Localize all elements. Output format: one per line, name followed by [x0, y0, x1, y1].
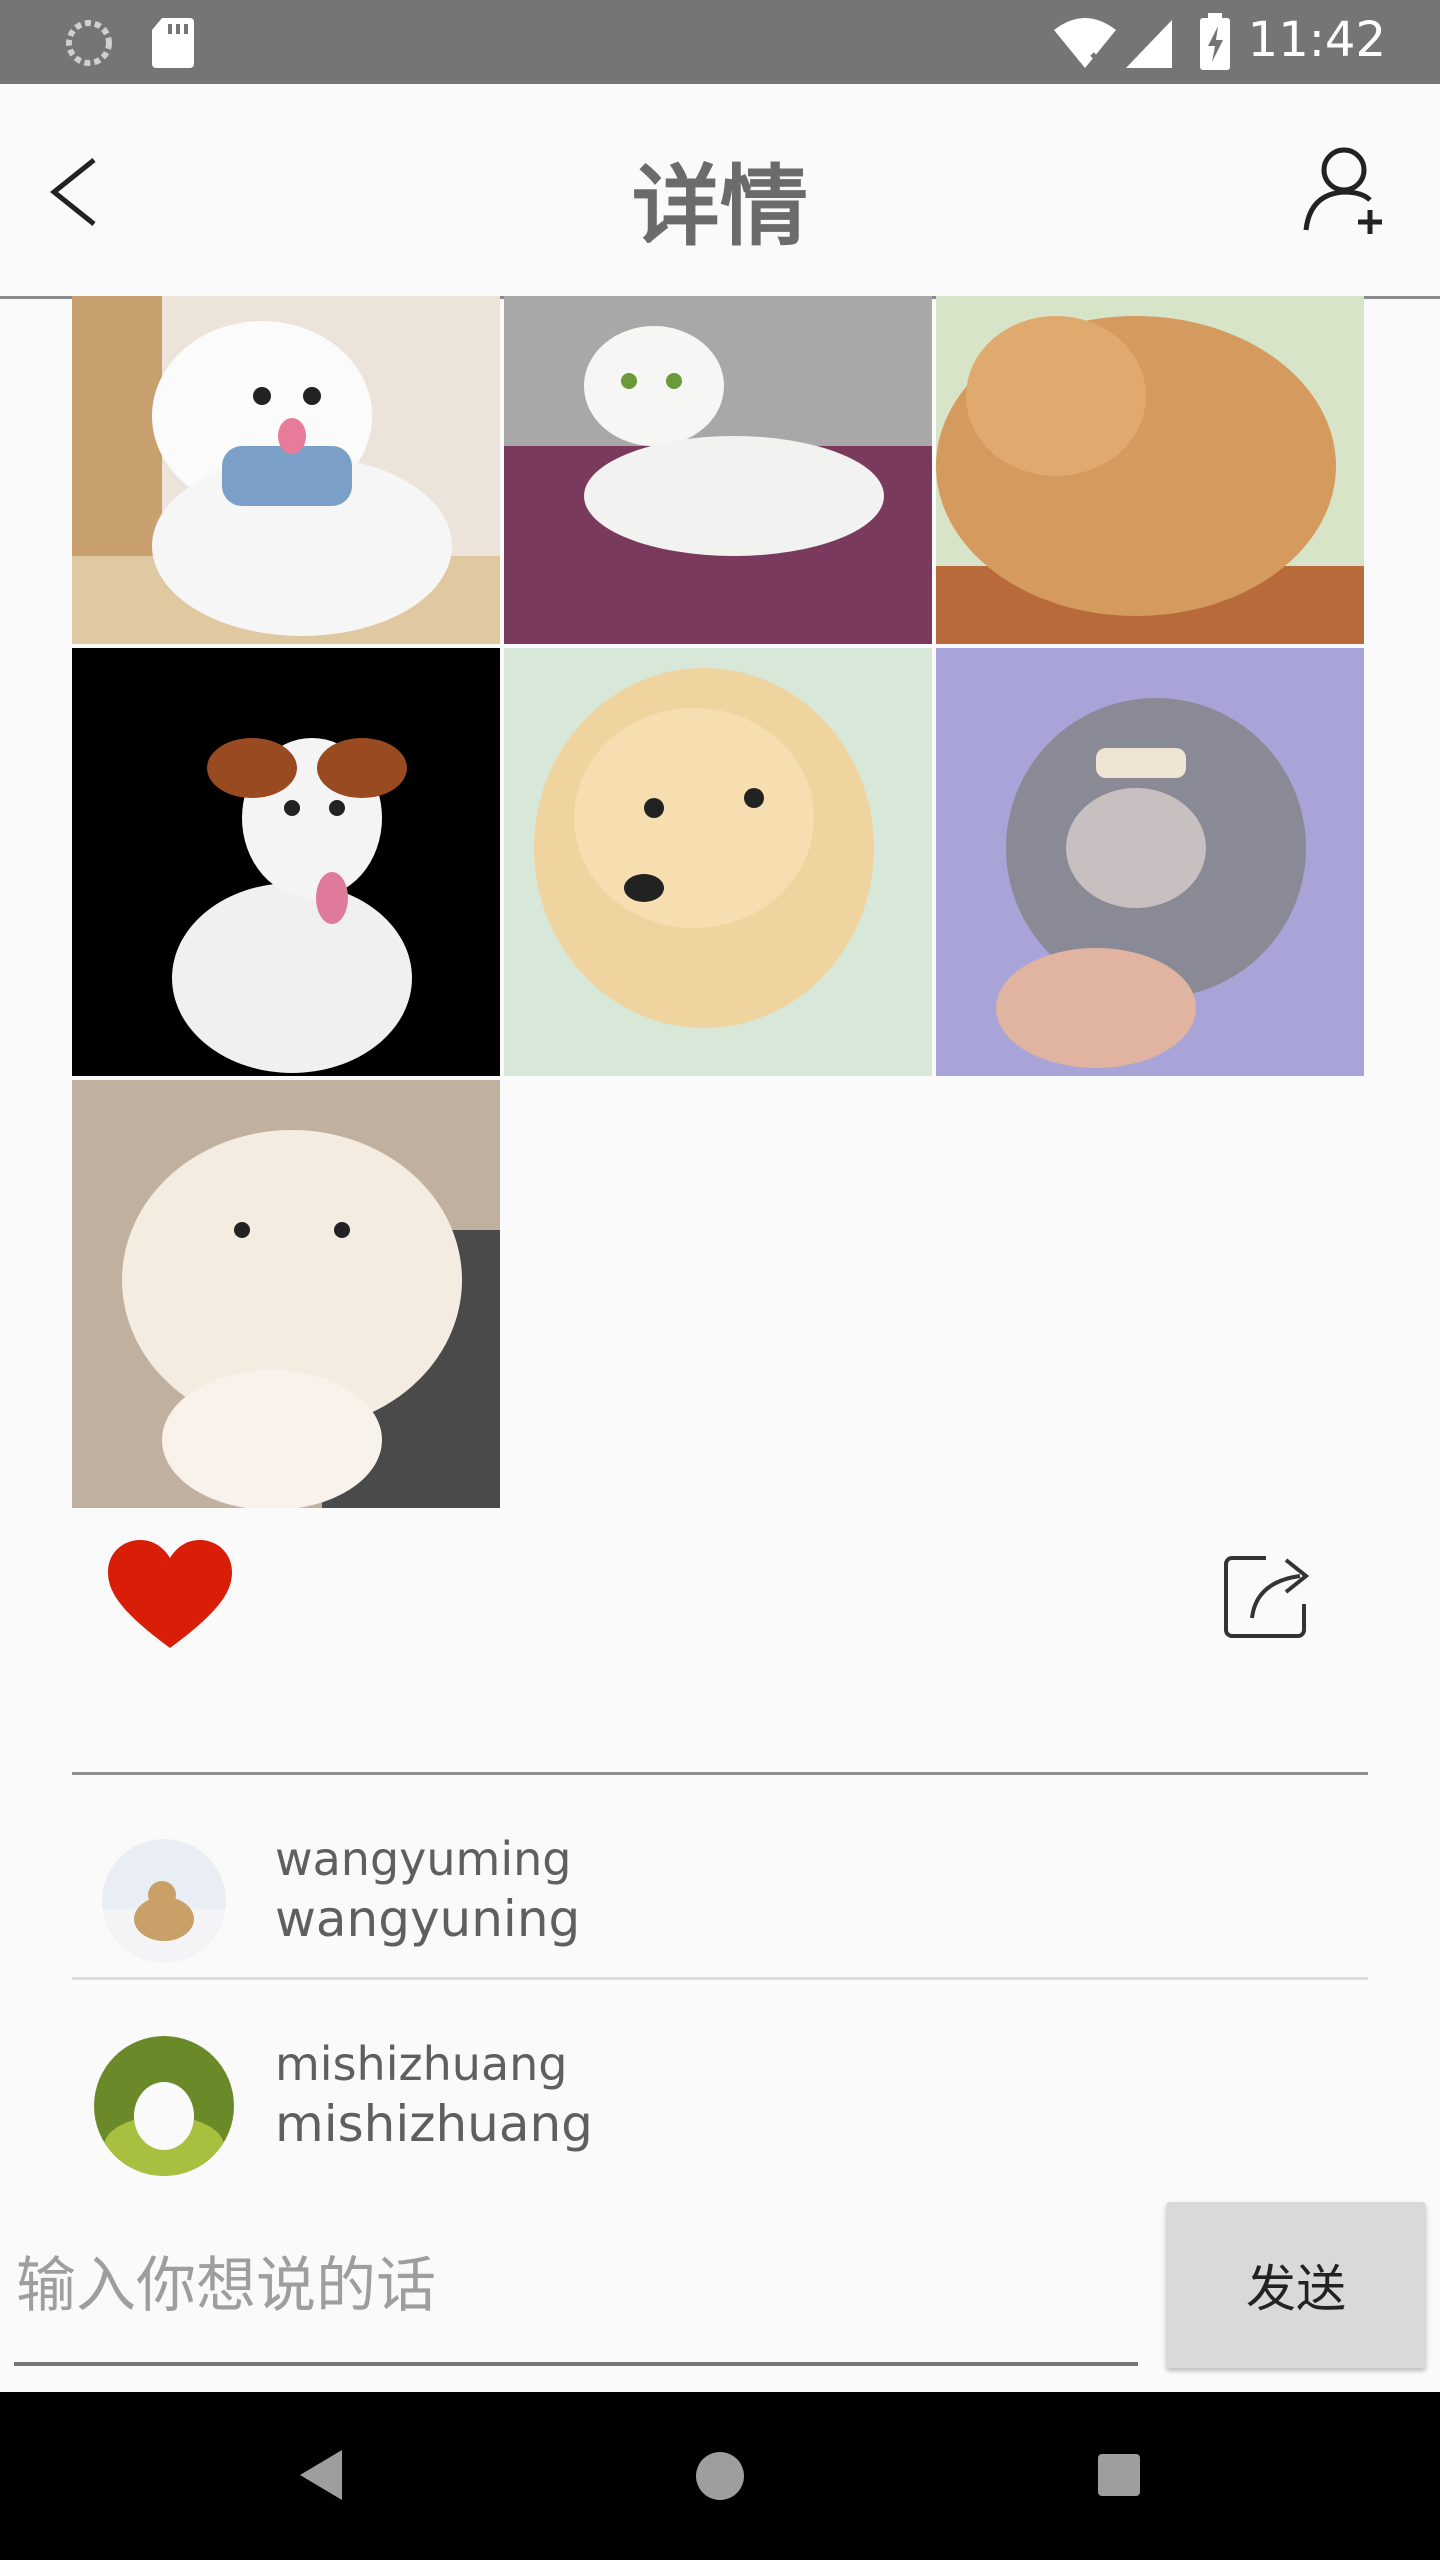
- avatar[interactable]: [102, 1839, 226, 1963]
- signal-icon: [1126, 20, 1172, 68]
- white-cat-photo: [504, 296, 932, 644]
- comment-text: wangyuning: [275, 1890, 581, 1948]
- photo-2[interactable]: [504, 296, 932, 644]
- status-time: 11:42: [1247, 12, 1386, 68]
- sync-icon: [66, 20, 112, 66]
- photo-4[interactable]: [72, 648, 500, 1076]
- comment-item: wangyuming wangyuning: [72, 1775, 1368, 1975]
- wifi-icon: [1054, 18, 1116, 70]
- comment-text: mishizhuang: [275, 2095, 593, 2153]
- heart-icon[interactable]: [108, 1540, 232, 1654]
- comment-input[interactable]: [14, 2210, 1138, 2362]
- comment-user: mishizhuang: [275, 2037, 568, 2091]
- add-user-icon[interactable]: [1300, 144, 1392, 236]
- home-circle-icon[interactable]: [694, 2450, 746, 2502]
- send-button[interactable]: 发送: [1166, 2202, 1426, 2368]
- system-nav-bar: [0, 2392, 1440, 2560]
- photo-1[interactable]: [72, 296, 500, 644]
- recents-square-icon[interactable]: [1096, 2452, 1142, 2498]
- app-bar: 详情: [0, 84, 1440, 299]
- persian-cat-photo: [72, 1080, 500, 1508]
- beagle-puppy-photo: [72, 648, 500, 1076]
- sd-card-icon: [152, 18, 194, 68]
- photo-7[interactable]: [72, 1080, 500, 1508]
- back-triangle-icon[interactable]: [298, 2448, 344, 2502]
- page-title: 详情: [631, 155, 808, 258]
- comment-field-wrap: [14, 2210, 1138, 2366]
- photo-5[interactable]: [504, 648, 932, 1076]
- photo-3[interactable]: [936, 296, 1364, 644]
- avatar[interactable]: [94, 2036, 234, 2176]
- comment-item: mishizhuang mishizhuang: [72, 1980, 1368, 2180]
- status-bar: 11:42: [0, 0, 1440, 84]
- orange-cat-photo: [936, 296, 1364, 644]
- golden-puppy-photo: [504, 648, 932, 1076]
- photo-6[interactable]: [936, 648, 1364, 1076]
- share-icon[interactable]: [1222, 1552, 1318, 1642]
- grey-poodle-photo: [936, 648, 1364, 1076]
- poodle-photo: [72, 296, 500, 644]
- battery-charging-icon: [1200, 13, 1230, 70]
- comment-user: wangyuming: [275, 1832, 572, 1886]
